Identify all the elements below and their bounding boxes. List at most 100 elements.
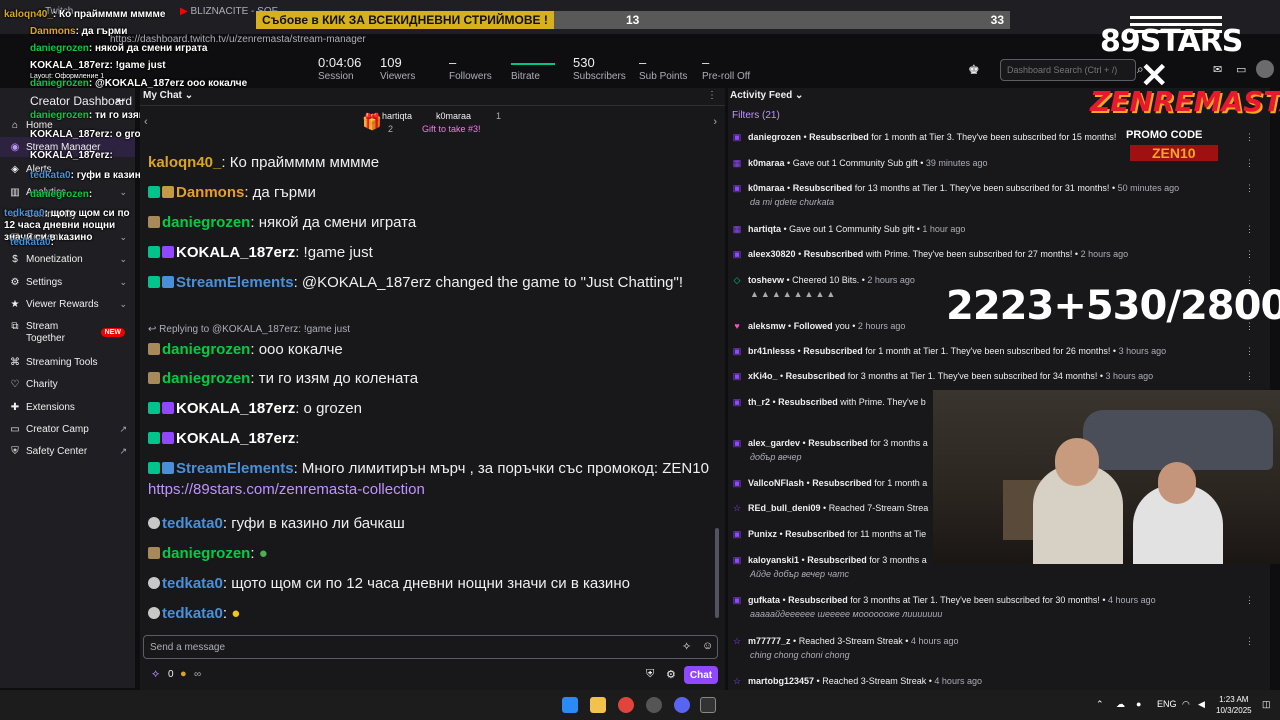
magic-icon[interactable]: ✧ — [682, 640, 691, 653]
crown-icon[interactable]: ♚ — [968, 62, 980, 78]
sidebar-item-monetization[interactable]: $ Monetization ⌄ — [0, 249, 135, 269]
feed-user[interactable]: hartiqta — [748, 224, 781, 234]
more-options-icon[interactable]: ⋮ — [707, 90, 717, 101]
sidebar-item-viewer-rewards[interactable]: ★ Viewer Rewards ⌄ — [0, 294, 135, 314]
chat-input-box[interactable]: ✧ ☺ — [143, 635, 718, 659]
feed-user[interactable]: toshevw — [748, 275, 784, 285]
stat-followers-label: Followers — [449, 71, 492, 82]
more-options-icon[interactable]: ⋮ — [1245, 636, 1254, 647]
system-clock[interactable]: 1:23 AM 10/3/2025 — [1216, 694, 1252, 716]
chat-username[interactable]: StreamElements — [176, 274, 294, 291]
chat-username[interactable]: KOKALA_187erz — [176, 244, 295, 261]
feed-user[interactable]: REd_bull_deni09 — [748, 503, 821, 513]
chat-link[interactable]: https://89stars.com/zenremasta-collectio… — [148, 481, 425, 498]
discord-icon[interactable] — [674, 697, 690, 713]
feed-user[interactable]: gufkata — [748, 595, 780, 605]
reply-context[interactable]: ↩ Replying to @KOKALA_187erz: !game just — [148, 324, 350, 335]
chat-username[interactable]: daniegrozen — [162, 214, 250, 231]
chat-message: kaloqn40_: Ко праймммм мммме — [148, 152, 718, 173]
overlay-chat-line: KOKALA_187erz: о grozen — [30, 129, 158, 140]
language-indicator[interactable]: ENG — [1157, 699, 1177, 709]
chat-input[interactable] — [144, 636, 644, 658]
gear-icon[interactable]: ⚙ — [666, 668, 676, 681]
feed-user[interactable]: VallcoNFlash — [748, 478, 804, 488]
feed-user[interactable]: m77777_z — [748, 636, 791, 646]
feed-detail: for 13 months at Tier 1. They've been su… — [852, 183, 1110, 193]
more-options-icon[interactable]: ⋮ — [1245, 183, 1254, 194]
stat-preroll[interactable]: – Pre-roll Off — [702, 55, 750, 82]
channel-points-icon[interactable]: ⟡ — [152, 668, 159, 681]
taskbar: ⌃ ☁ ● ENG ◠ ◀ 1:23 AM 10/3/2025 ◫ — [0, 690, 1280, 720]
chat-username[interactable]: daniegrozen — [162, 341, 250, 358]
feed-title[interactable]: Activity Feed ⌄ — [730, 90, 803, 101]
feed-user[interactable]: martobg123457 — [748, 676, 814, 686]
feed-user[interactable]: th_r2 — [748, 397, 770, 407]
cloud-icon[interactable]: ☁ — [1116, 699, 1125, 710]
chat-username[interactable]: daniegrozen — [162, 545, 250, 562]
sidebar-item-charity[interactable]: ♡ Charity — [0, 374, 135, 394]
mail-icon[interactable]: ✉ — [1213, 63, 1222, 76]
frog-emote-icon: ● — [258, 545, 268, 562]
terminal-icon[interactable] — [700, 697, 716, 713]
chat-title[interactable]: My Chat ⌄ — [143, 90, 193, 101]
sidebar-item-creator-camp[interactable]: ▭ Creator Camp ↗ — [0, 419, 135, 439]
collapse-sidebar-icon[interactable]: ⇤ — [116, 94, 125, 107]
dashboard-search[interactable] — [1000, 59, 1136, 81]
shield-icon[interactable]: ⛨ — [646, 668, 654, 681]
file-explorer-icon[interactable] — [590, 697, 606, 713]
chat-username[interactable]: StreamElements — [176, 460, 294, 477]
feed-user[interactable]: aleex30820 — [748, 249, 796, 259]
sidebar-item-stream-together[interactable]: ⧉ Stream Together NEW — [0, 321, 135, 347]
notification-icon[interactable]: ▭ — [1236, 63, 1246, 76]
chat-username[interactable]: KOKALA_187erz — [176, 430, 295, 447]
tools-icon: ⌘ — [10, 356, 20, 368]
chat-username[interactable]: tedkata0 — [162, 575, 223, 592]
emote-picker-icon[interactable]: ☺ — [702, 640, 713, 652]
gift-count: 2 — [388, 124, 394, 134]
sidebar-item-extensions[interactable]: ✚ Extensions — [0, 397, 135, 417]
feed-user[interactable]: alex_gardev — [748, 438, 800, 448]
more-options-icon[interactable]: ⋮ — [1245, 595, 1254, 606]
feed-user[interactable]: Punixz — [748, 529, 777, 539]
stat-sub-points-value: – — [639, 55, 647, 70]
chat-username[interactable]: kaloqn40_ — [148, 154, 221, 171]
more-options-icon[interactable]: ⋮ — [1245, 371, 1254, 382]
more-options-icon[interactable]: ⋮ — [1245, 249, 1254, 260]
stat-viewers: 109 Viewers — [380, 55, 415, 82]
feed-user[interactable]: daniegrozen — [748, 132, 801, 142]
chrome-icon[interactable] — [618, 697, 634, 713]
volume-icon[interactable]: ◀ — [1198, 699, 1205, 710]
sidebar-item-settings[interactable]: ⚙ Settings ⌄ — [0, 272, 135, 292]
chat-username[interactable]: KOKALA_187erz — [176, 400, 295, 417]
chat-username[interactable]: Danmons — [176, 184, 244, 201]
chat-scrollbar[interactable] — [715, 528, 719, 618]
avatar[interactable] — [1256, 60, 1274, 78]
chevron-right-icon[interactable]: › — [713, 116, 717, 128]
feed-filters[interactable]: Filters (21) — [732, 110, 780, 121]
chat-username[interactable]: tedkata0 — [162, 515, 223, 532]
feed-user[interactable]: xKi4o_ — [748, 371, 778, 381]
microphone-icon[interactable]: ● — [1136, 699, 1141, 709]
wifi-icon[interactable]: ◠ — [1182, 699, 1190, 710]
feed-user[interactable]: kaloyanski1 — [748, 555, 799, 565]
chat-username[interactable]: tedkata0 — [162, 605, 223, 622]
feed-time: 2 hours ago — [867, 275, 915, 285]
feed-user[interactable]: br41nlesss — [748, 346, 795, 356]
notifications-icon[interactable]: ◫ — [1262, 699, 1271, 710]
more-options-icon[interactable]: ⋮ — [1245, 224, 1254, 235]
feed-user[interactable]: k0maraa — [748, 183, 785, 193]
chevron-left-icon[interactable]: ‹ — [144, 116, 148, 128]
overlay-chat-text: някой да смени играта — [95, 43, 208, 54]
feed-user[interactable]: aleksmw — [748, 321, 786, 331]
more-options-icon[interactable]: ⋮ — [1245, 346, 1254, 357]
chat-username[interactable]: daniegrozen — [162, 370, 250, 387]
stat-subscribers: 530 Subscribers — [573, 55, 626, 82]
feed-user[interactable]: k0maraa — [748, 158, 785, 168]
tray-chevron-icon[interactable]: ⌃ — [1096, 699, 1104, 710]
chat-send-button[interactable]: Chat — [684, 666, 718, 684]
sidebar-item-streaming-tools[interactable]: ⌘ Streaming Tools — [0, 352, 135, 372]
dashboard-search-input[interactable] — [1001, 60, 1131, 80]
obs-icon[interactable] — [646, 697, 662, 713]
sidebar-item-safety-center[interactable]: ⛨ Safety Center ↗ — [0, 441, 135, 461]
windows-start-icon[interactable] — [562, 697, 578, 713]
